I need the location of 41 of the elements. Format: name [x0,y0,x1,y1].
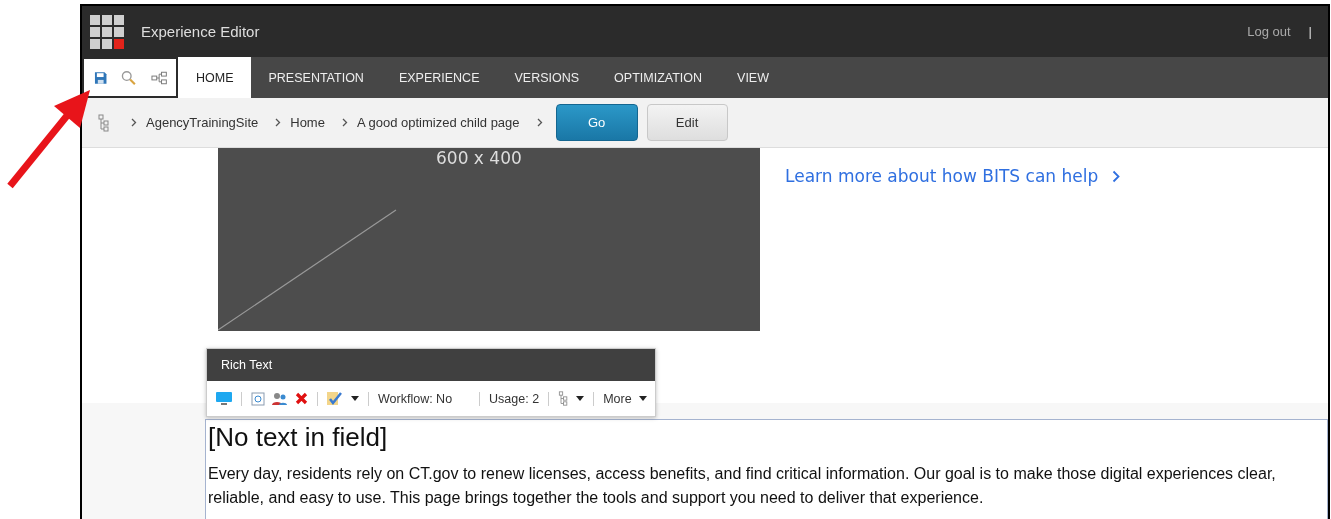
chevron-icon [536,118,543,127]
ribbon-tab[interactable]: VERSIONS [496,57,597,98]
go-button[interactable]: Go [555,104,638,141]
share-nodes-icon[interactable] [150,70,168,85]
people-icon[interactable] [272,391,288,406]
workflow-status: Workflow: No [378,391,453,406]
caret-icon[interactable] [576,396,585,401]
breadcrumb-link[interactable]: AgencyTrainingSite [146,115,259,130]
ribbon-tab[interactable]: EXPERIENCE [380,57,497,98]
image-size-label: 600 x 400 [436,148,522,168]
logout-link[interactable]: Log out [1247,24,1291,39]
delete-icon[interactable] [295,392,308,405]
chevron-icon [1112,170,1121,183]
breadcrumb-link[interactable]: Home [290,115,325,130]
checklist-icon[interactable] [327,391,344,406]
field-heading: [No text in field] [208,422,389,453]
toolbar-title: Rich Text [221,358,273,372]
search-icon[interactable] [121,69,137,86]
monitor-icon[interactable] [216,391,232,406]
learn-more-link[interactable]: Learn more about how BITS can help [785,166,1099,186]
logo-icon[interactable] [90,14,124,49]
ribbon-tab[interactable]: VIEW [719,57,786,98]
caret-icon[interactable] [351,396,359,401]
tree-icon[interactable] [558,391,570,406]
field-paragraph: Every day, residents rely on CT.gov to renew licenses, access benefits, and find critical information. Our goal is to make those digital experiences clear, reliable, and easy to use. This page brings together the tools and support you need to deliver that experience. [208,464,1277,508]
usage-count: Usage: 2 [489,391,540,406]
chevron-icon [341,118,348,127]
app-title: Experience Editor [141,23,260,40]
ribbon-tab[interactable]: HOME [178,57,251,98]
chevron-icon [131,118,137,127]
save-icon[interactable] [94,70,108,85]
chevron-icon [275,118,282,127]
rich-text-field[interactable] [205,419,1328,519]
caret-icon[interactable] [638,396,647,401]
more-menu[interactable]: More [603,391,632,406]
edit-button[interactable]: Edit [646,104,728,141]
component-icon[interactable] [251,391,265,406]
ribbon-tab[interactable]: OPTIMIZATION [596,57,720,98]
separator-text: | [1308,24,1312,39]
breadcrumb-link[interactable]: A good optimized child page [356,115,520,130]
ribbon-tab[interactable]: PRESENTATION [250,57,381,98]
